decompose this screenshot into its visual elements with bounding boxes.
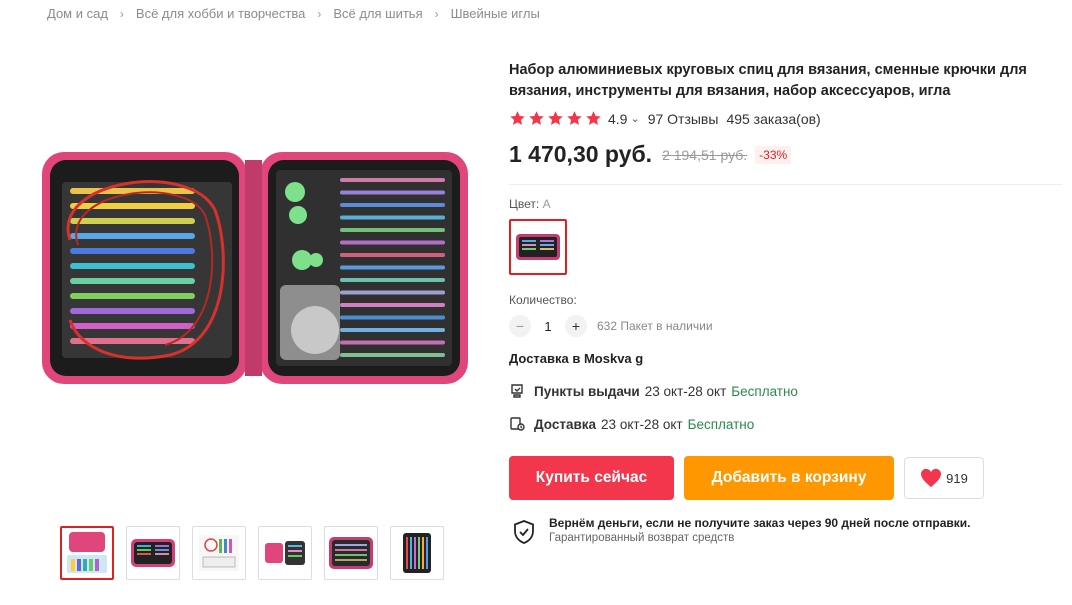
crochet-hook xyxy=(340,178,445,182)
thumbnail-5[interactable] xyxy=(324,526,378,580)
thumbnail-pink-case-image xyxy=(67,532,107,573)
thumbnail-6[interactable] xyxy=(390,526,444,580)
crochet-hook xyxy=(340,303,445,307)
star-icon xyxy=(586,111,601,125)
thumbnail-1[interactable] xyxy=(60,526,114,580)
breadcrumb-item-hobby[interactable]: Всё для хобби и творчества xyxy=(136,6,305,21)
wishlist-count: 919 xyxy=(946,470,968,486)
color-value: A xyxy=(542,197,551,211)
breadcrumb: Дом и сад › Всё для хобби и творчества ›… xyxy=(47,6,540,21)
money-back-guarantee: Вернём деньги, если не получите заказ че… xyxy=(509,516,1064,544)
crochet-hook xyxy=(340,215,445,220)
pickup-point-icon xyxy=(511,384,523,398)
quantity-stepper: − 1 + 632 Пакет в наличии xyxy=(509,315,1064,337)
breadcrumb-separator-icon: › xyxy=(317,6,322,21)
breadcrumb-item-needles[interactable]: Швейные иглы xyxy=(451,6,540,21)
courier-price: Бесплатно xyxy=(687,416,755,432)
product-main-image[interactable] xyxy=(40,120,470,420)
reviews-link[interactable]: 97 Отзывы xyxy=(648,111,719,127)
shield-check-icon xyxy=(514,520,534,544)
guarantee-title: Вернём деньги, если не получите заказ че… xyxy=(549,516,971,530)
delivery-title[interactable]: Доставка в Moskva g xyxy=(509,351,1064,366)
thumbnail-strip xyxy=(60,526,444,580)
rating-stars xyxy=(509,110,602,127)
product-title: Набор алюминиевых круговых спиц для вяза… xyxy=(509,62,1027,99)
quantity-label: Количество: xyxy=(509,293,577,307)
rating-value: 4.9 xyxy=(608,110,628,127)
crochet-hook xyxy=(340,228,445,232)
purchase-actions: Купить сейчас Добавить в корзину 919 xyxy=(509,456,1064,500)
thumbnail-open-case-image xyxy=(131,539,175,567)
color-label: Цвет: A xyxy=(509,197,1064,211)
courier-dates: 23 окт-28 окт xyxy=(601,416,683,432)
chevron-down-icon[interactable]: ⌄ xyxy=(630,112,639,125)
breadcrumb-separator-icon: › xyxy=(434,6,439,21)
thumbnail-accessories-image xyxy=(199,535,239,571)
price-row: 1 470,30 руб. 2 194,51 руб. -33% xyxy=(509,141,1062,185)
star-icon xyxy=(529,111,544,125)
needle-tip xyxy=(70,248,195,254)
current-price: 1 470,30 руб. xyxy=(509,141,653,167)
crochet-hook xyxy=(340,190,445,195)
discount-badge: -33% xyxy=(755,145,792,164)
thumbnail-3[interactable] xyxy=(192,526,246,580)
crochet-hook xyxy=(340,240,445,245)
needle-tip xyxy=(70,263,195,269)
breadcrumb-item-sewing[interactable]: Всё для шитья xyxy=(333,6,422,21)
star-icon xyxy=(548,111,563,125)
delivery-option-pickup: Пункты выдачи 23 окт-28 окт Бесплатно xyxy=(509,383,1064,399)
star-icon xyxy=(510,111,525,125)
pickup-name: Пункты выдачи xyxy=(534,383,640,399)
crochet-hook xyxy=(340,203,445,207)
crochet-hook xyxy=(340,265,445,270)
needle-tip xyxy=(70,203,195,209)
breadcrumb-item-home-garden[interactable]: Дом и сад xyxy=(47,6,108,21)
courier-delivery-icon xyxy=(510,417,525,431)
knitting-kit-case-image xyxy=(42,152,468,384)
needle-tip xyxy=(70,218,195,224)
guarantee-subtitle: Гарантированный возврат средств xyxy=(549,532,735,544)
swatch-case-image xyxy=(516,234,560,260)
quantity-value[interactable]: 1 xyxy=(531,319,565,334)
needle-tip xyxy=(70,308,195,314)
wishlist-button[interactable]: 919 xyxy=(904,457,984,499)
courier-name: Доставка xyxy=(534,416,597,432)
needle-tip xyxy=(70,278,195,284)
rating-row: 4.9 ⌄ 97 Отзывы 495 заказа(ов) xyxy=(509,110,1064,127)
crochet-hook xyxy=(340,315,445,320)
thumbnail-4[interactable] xyxy=(258,526,312,580)
crochet-hook xyxy=(340,278,445,282)
needle-tip xyxy=(70,323,195,329)
thumbnail-case-variants-image xyxy=(265,541,305,565)
delivery-option-courier: Доставка 23 окт-28 окт Бесплатно xyxy=(509,416,1064,432)
thumbnail-2[interactable] xyxy=(126,526,180,580)
color-swatch-a[interactable] xyxy=(509,219,567,275)
stock-status: 632 Пакет в наличии xyxy=(597,319,713,333)
crochet-hook xyxy=(340,290,445,295)
thumbnail-open-case-2-image xyxy=(329,537,373,569)
star-icon xyxy=(567,111,582,125)
crochet-hook xyxy=(340,253,445,257)
crochet-hook xyxy=(340,328,445,332)
quantity-plus-button[interactable]: + xyxy=(565,315,587,337)
crochet-hook xyxy=(340,353,445,357)
color-label-text: Цвет: xyxy=(509,197,540,211)
heart-icon xyxy=(921,468,942,488)
orders-count: 495 заказа(ов) xyxy=(726,110,821,127)
crochet-hook xyxy=(340,340,445,345)
quantity-minus-button[interactable]: − xyxy=(509,315,531,337)
old-price: 2 194,51 руб. xyxy=(662,146,748,163)
needle-tip xyxy=(70,233,195,239)
pickup-dates: 23 окт-28 окт xyxy=(644,383,727,399)
product-info: Набор алюминиевых круговых спиц для вяза… xyxy=(509,60,1064,544)
thumbnail-needle-row-image xyxy=(403,533,431,573)
needle-tip xyxy=(70,293,195,299)
pickup-price: Бесплатно xyxy=(731,383,798,399)
buy-now-button[interactable]: Купить сейчас xyxy=(509,456,674,500)
add-to-cart-button[interactable]: Добавить в корзину xyxy=(684,456,894,500)
breadcrumb-separator-icon: › xyxy=(119,6,124,21)
